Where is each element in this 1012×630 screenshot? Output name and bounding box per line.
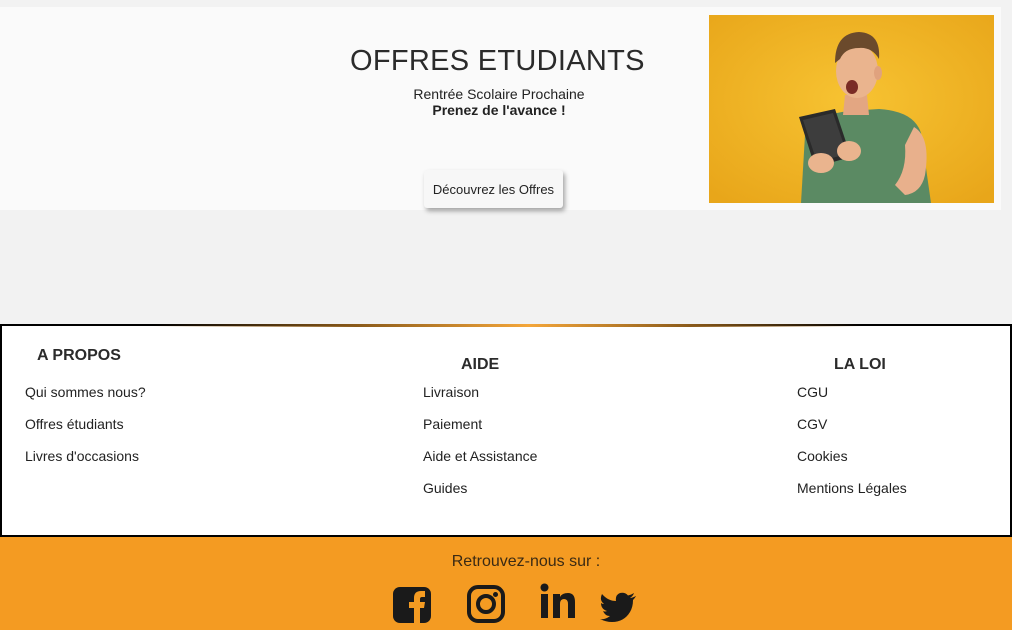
footer-top-border-glow (2, 324, 1012, 327)
student-offers-banner: OFFRES ETUDIANTS Rentrée Scolaire Procha… (0, 7, 1001, 210)
linkedin-icon[interactable] (540, 583, 576, 619)
discover-offers-button[interactable]: Découvrez les Offres (424, 170, 563, 208)
banner-subtitle-block: Rentrée Scolaire Prochaine Prenez de l'a… (349, 86, 649, 118)
footer-column-title: A PROPOS (37, 347, 121, 364)
footer-link-delivery[interactable]: Livraison (423, 384, 537, 416)
footer-link-list: CGU CGV Cookies Mentions Légales (797, 384, 907, 512)
page: OFFRES ETUDIANTS Rentrée Scolaire Procha… (0, 0, 1012, 630)
footer-link-legal-notice[interactable]: Mentions Légales (797, 480, 907, 512)
footer-link-payment[interactable]: Paiement (423, 416, 537, 448)
footer-links: A PROPOS Qui sommes nous? Offres étudian… (0, 324, 1012, 537)
footer-link-about-us[interactable]: Qui sommes nous? (25, 384, 146, 416)
student-photo (709, 15, 994, 203)
facebook-icon[interactable] (392, 586, 432, 624)
footer-link-list: Qui sommes nous? Offres étudiants Livres… (25, 384, 146, 480)
social-label: Retrouvez-nous sur : (451, 553, 601, 570)
footer-link-cookies[interactable]: Cookies (797, 448, 907, 480)
footer-link-help-assistance[interactable]: Aide et Assistance (423, 448, 537, 480)
footer-link-cgu[interactable]: CGU (797, 384, 907, 416)
footer-column-title: AIDE (461, 356, 500, 373)
footer-link-student-offers[interactable]: Offres étudiants (25, 416, 146, 448)
footer-column-title: LA LOI (834, 356, 886, 373)
social-bar: Retrouvez-nous sur : (0, 537, 1012, 630)
footer-link-used-books[interactable]: Livres d'occasions (25, 448, 146, 480)
twitter-icon[interactable] (600, 592, 637, 622)
banner-title: OFFRES ETUDIANTS (350, 45, 645, 77)
instagram-icon[interactable] (466, 585, 506, 623)
banner-tagline: Prenez de l'avance ! (432, 102, 566, 118)
footer-link-list: Livraison Paiement Aide et Assistance Gu… (423, 384, 537, 512)
footer-link-guides[interactable]: Guides (423, 480, 537, 512)
footer-link-cgv[interactable]: CGV (797, 416, 907, 448)
banner-subtitle: Rentrée Scolaire Prochaine (413, 86, 585, 102)
